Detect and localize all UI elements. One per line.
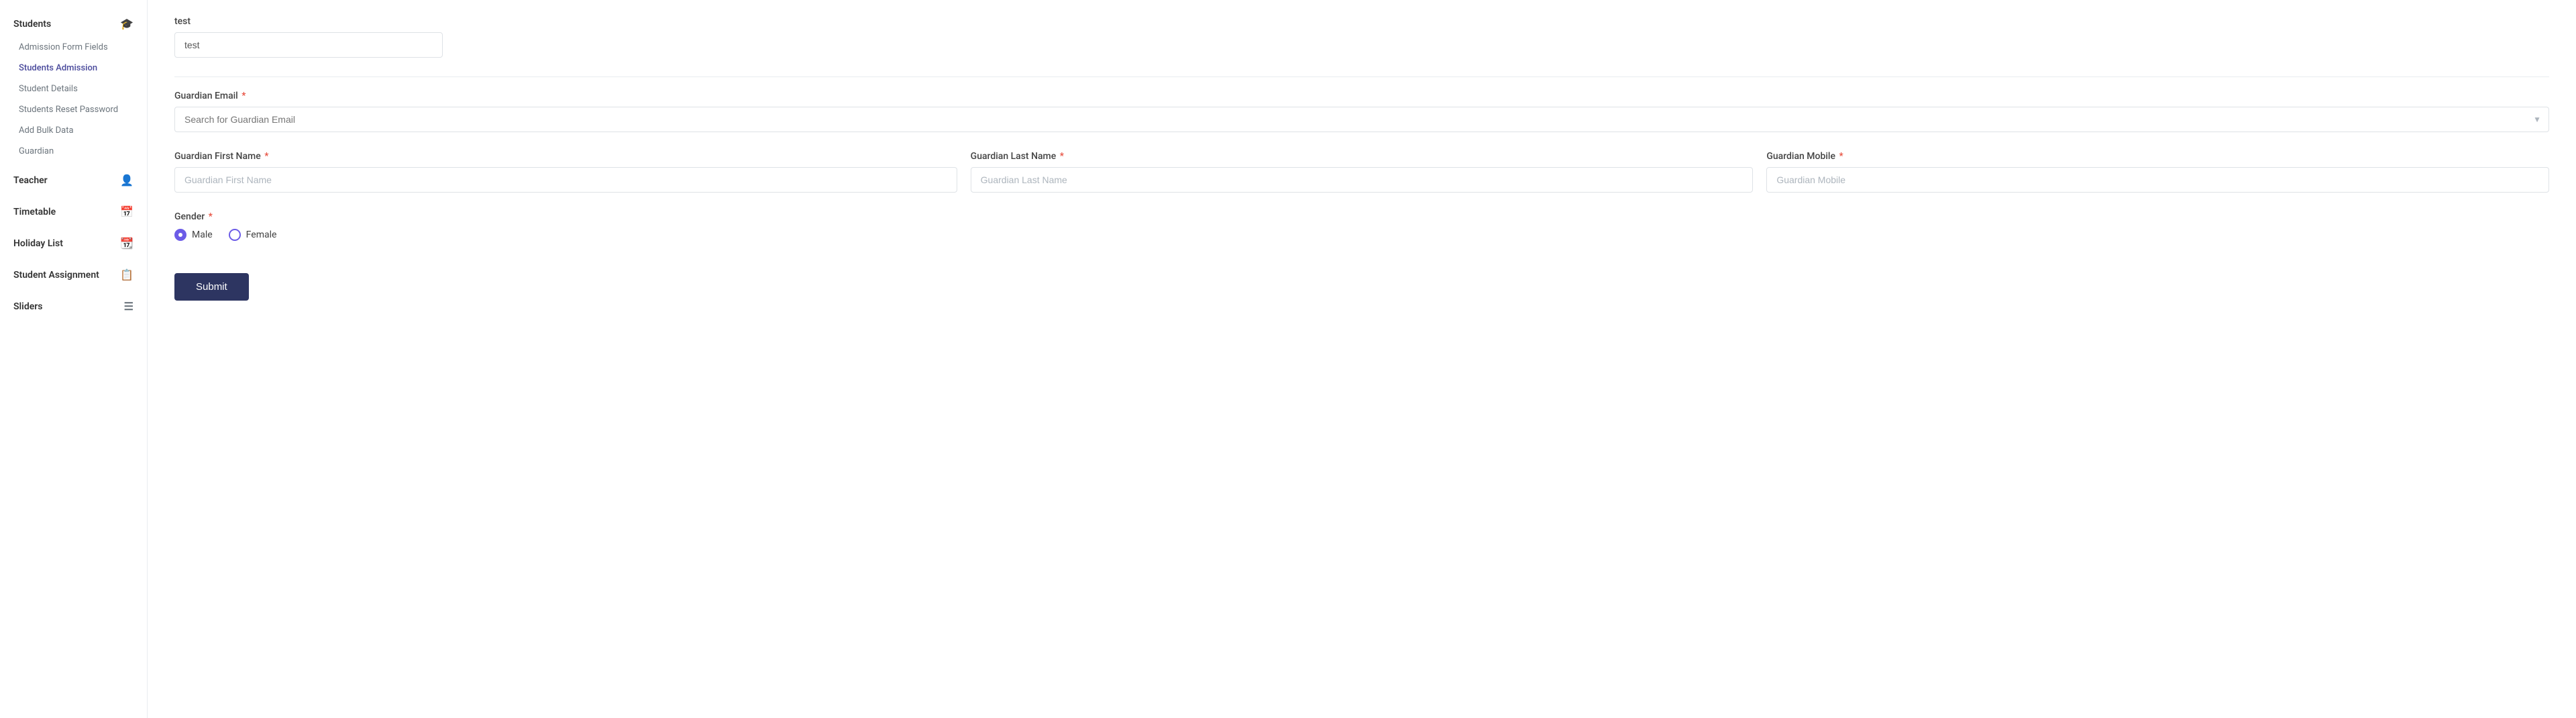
radio-female-icon xyxy=(229,229,241,241)
guardian-first-name-label: Guardian First Name * xyxy=(174,151,957,162)
sidebar-section-student-assignment: Student Assignment 📋 xyxy=(0,262,147,288)
guardian-email-wrapper: ▼ xyxy=(174,107,2549,132)
teacher-icon: 👤 xyxy=(120,174,133,187)
sidebar-students-label: Students xyxy=(13,19,51,30)
guardian-mobile-input[interactable] xyxy=(1766,167,2549,193)
guardian-last-name-section: Guardian Last Name * xyxy=(971,151,1754,193)
guardian-first-name-required: * xyxy=(264,151,268,162)
gender-section: Gender * Male Female xyxy=(174,211,2549,241)
sidebar-section-header-holiday-list[interactable]: Holiday List 📆 xyxy=(0,230,147,256)
gender-label: Gender * xyxy=(174,211,2549,222)
guardian-first-name-input[interactable] xyxy=(174,167,957,193)
divider-1 xyxy=(174,76,2549,77)
submit-button[interactable]: Submit xyxy=(174,273,249,301)
sidebar-item-guardian[interactable]: Guardian xyxy=(0,141,147,162)
sidebar-section-header-student-assignment[interactable]: Student Assignment 📋 xyxy=(0,262,147,288)
sidebar-section-timetable: Timetable 📅 xyxy=(0,199,147,225)
sidebar-section-teacher: Teacher 👤 xyxy=(0,167,147,193)
guardian-name-row: Guardian First Name * Guardian Last Name… xyxy=(174,151,2549,211)
sidebar-timetable-label: Timetable xyxy=(13,207,56,217)
sliders-icon: ☰ xyxy=(124,300,133,313)
gender-male-option[interactable]: Male xyxy=(174,229,213,241)
sidebar-item-add-bulk-data[interactable]: Add Bulk Data xyxy=(0,120,147,141)
sidebar-section-sliders: Sliders ☰ xyxy=(0,293,147,319)
timetable-icon: 📅 xyxy=(120,205,133,218)
gender-required: * xyxy=(209,211,213,222)
sidebar-holiday-list-label: Holiday List xyxy=(13,238,63,249)
sidebar-teacher-label: Teacher xyxy=(13,175,48,186)
sidebar-section-holiday-list: Holiday List 📆 xyxy=(0,230,147,256)
radio-male-icon xyxy=(174,229,186,241)
gender-options: Male Female xyxy=(174,229,2549,241)
guardian-first-name-section: Guardian First Name * xyxy=(174,151,957,193)
guardian-email-input[interactable] xyxy=(174,107,2549,132)
gender-female-option[interactable]: Female xyxy=(229,229,277,241)
sidebar-section-header-timetable[interactable]: Timetable 📅 xyxy=(0,199,147,225)
guardian-email-section: Guardian Email * ▼ xyxy=(174,91,2549,132)
gender-male-label: Male xyxy=(192,229,213,240)
sidebar-section-students: Students 🎓 Admission Form Fields Student… xyxy=(0,11,147,162)
guardian-mobile-section: Guardian Mobile * xyxy=(1766,151,2549,193)
students-icon: 🎓 xyxy=(120,17,133,30)
test-field-input[interactable] xyxy=(174,32,443,58)
sidebar-section-header-sliders[interactable]: Sliders ☰ xyxy=(0,293,147,319)
sidebar-section-header-students[interactable]: Students 🎓 xyxy=(0,11,147,37)
guardian-mobile-label: Guardian Mobile * xyxy=(1766,151,2549,162)
sidebar-item-student-details[interactable]: Student Details xyxy=(0,79,147,99)
student-assignment-icon: 📋 xyxy=(120,268,133,281)
sidebar-item-students-reset-password[interactable]: Students Reset Password xyxy=(0,99,147,120)
sidebar-section-header-teacher[interactable]: Teacher 👤 xyxy=(0,167,147,193)
holiday-list-icon: 📆 xyxy=(120,237,133,250)
guardian-email-label: Guardian Email * xyxy=(174,91,2549,101)
guardian-last-name-required: * xyxy=(1060,151,1064,162)
guardian-last-name-input[interactable] xyxy=(971,167,1754,193)
main-content: test Guardian Email * ▼ Guardian First N… xyxy=(148,0,2576,718)
gender-female-label: Female xyxy=(246,229,277,240)
sidebar-item-admission-form-fields[interactable]: Admission Form Fields xyxy=(0,37,147,58)
sidebar-student-assignment-label: Student Assignment xyxy=(13,270,99,280)
guardian-mobile-required: * xyxy=(1839,151,1843,162)
sidebar-item-students-admission[interactable]: Students Admission xyxy=(0,58,147,79)
sidebar-sliders-label: Sliders xyxy=(13,301,42,312)
guardian-email-required: * xyxy=(241,91,246,101)
sidebar: Students 🎓 Admission Form Fields Student… xyxy=(0,0,148,718)
test-field-label: test xyxy=(174,16,2549,27)
test-field-section: test xyxy=(174,16,2549,58)
guardian-last-name-label: Guardian Last Name * xyxy=(971,151,1754,162)
sidebar-students-items: Admission Form Fields Students Admission… xyxy=(0,37,147,162)
